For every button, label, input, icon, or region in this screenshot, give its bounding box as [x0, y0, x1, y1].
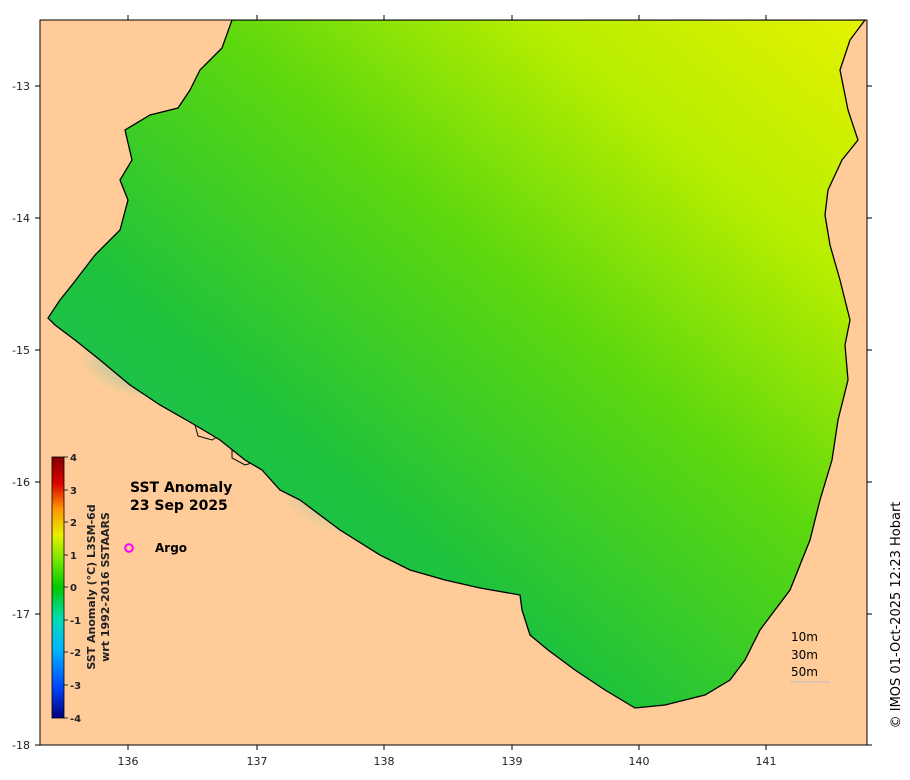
lat-tick-label: -16	[12, 476, 30, 489]
map-date: 23 Sep 2025	[130, 498, 228, 514]
colorbar	[51, 456, 65, 719]
colorbar-tick-label: 3	[70, 486, 77, 497]
sst-anomaly-map: 136 137 138 139 140 141 -13 -14 -15 -16 …	[12, 15, 904, 768]
lon-tick-label: 137	[247, 755, 268, 768]
depth-legend-10m: 10m	[791, 630, 818, 644]
lon-tick-label: 139	[502, 755, 523, 768]
lat-tick-label: -15	[12, 344, 30, 357]
depth-legend-30m: 30m	[791, 648, 818, 662]
lat-tick-label: -13	[12, 80, 30, 93]
colorbar-tick-label: -4	[70, 714, 81, 725]
colorbar-tick-label: -2	[70, 648, 81, 659]
map-title: SST Anomaly	[130, 480, 232, 496]
lat-tick-label: -18	[12, 739, 30, 752]
colorbar-tick-label: 0	[70, 583, 77, 594]
colorbar-tick-label: 4	[70, 453, 77, 464]
colorbar-tick-label: -1	[70, 616, 81, 627]
lon-tick-label: 141	[756, 755, 777, 768]
lat-tick-label: -14	[12, 212, 30, 225]
colorbar-tick-label: 1	[70, 551, 77, 562]
argo-legend-label: Argo	[155, 541, 187, 555]
lon-tick-label: 136	[118, 755, 139, 768]
imos-credit: © IMOS 01-Oct-2025 12:23 Hobart	[889, 502, 904, 729]
colorbar-reference-label: wrt 1992-2016 SSTAARS	[99, 512, 112, 662]
colorbar-tick-label: -3	[70, 681, 81, 692]
lat-tick-label: -17	[12, 608, 30, 621]
depth-legend-50m: 50m	[791, 665, 818, 679]
lon-tick-label: 140	[629, 755, 650, 768]
lon-tick-label: 138	[374, 755, 395, 768]
colorbar-label: SST Anomaly (°C) L3SM-6d	[85, 504, 98, 669]
colorbar-tick-label: 2	[70, 518, 77, 529]
